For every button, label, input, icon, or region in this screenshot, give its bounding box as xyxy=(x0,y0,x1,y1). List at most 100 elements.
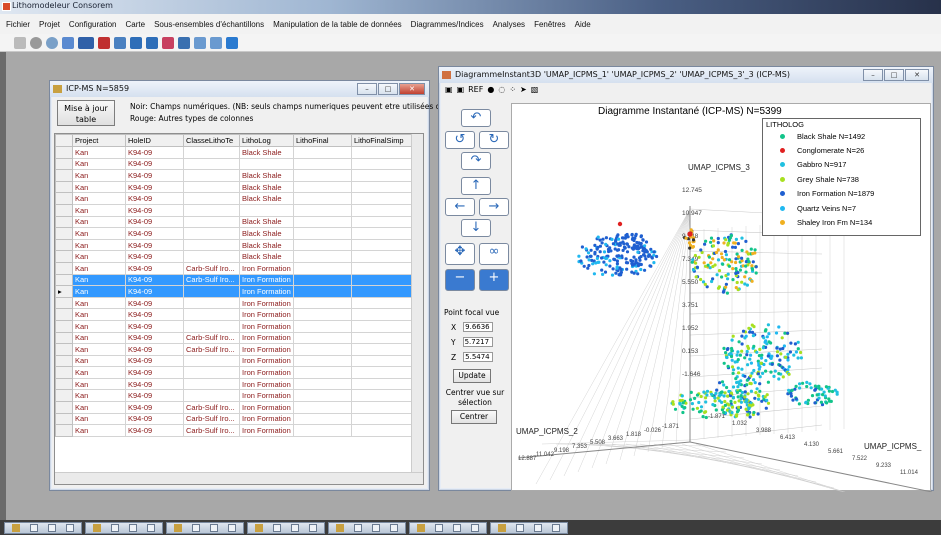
row-header[interactable] xyxy=(55,296,73,310)
plot-area[interactable]: Diagramme Instantané (ICP-MS) N=5399 12.… xyxy=(511,103,932,492)
chart2-icon[interactable] xyxy=(210,36,222,49)
table-cell[interactable]: Kan xyxy=(72,308,126,321)
menu-fichier[interactable]: Fichier xyxy=(6,20,30,29)
row-header[interactable] xyxy=(55,343,73,356)
table-cell[interactable]: Iron Formation xyxy=(239,343,294,356)
table-cell[interactable]: K94-09 xyxy=(125,261,184,275)
table-cell[interactable] xyxy=(183,250,240,263)
table-cell[interactable]: Kan xyxy=(72,401,126,414)
row-header[interactable] xyxy=(55,366,73,379)
table-cell[interactable] xyxy=(183,192,240,205)
row-header[interactable] xyxy=(55,273,73,287)
row-header[interactable]: ▸ xyxy=(55,285,73,298)
menu-configuration[interactable]: Configuration xyxy=(69,20,117,29)
table-cell[interactable]: Kan xyxy=(72,424,126,437)
menu-fenetres[interactable]: Fenêtres xyxy=(534,20,566,29)
row-header[interactable] xyxy=(55,377,73,391)
table-cell[interactable]: K94-09 xyxy=(125,366,184,379)
table-cell[interactable] xyxy=(351,215,412,229)
row-header[interactable] xyxy=(55,250,73,263)
row-header[interactable] xyxy=(55,192,73,205)
center-button[interactable]: Centrer xyxy=(451,410,497,424)
table-cell[interactable] xyxy=(351,169,412,182)
table-cell[interactable] xyxy=(351,227,412,240)
table-cell[interactable] xyxy=(293,401,352,414)
table-cell[interactable] xyxy=(293,389,352,403)
table-row[interactable]: Kan K94-09 Black Shale xyxy=(55,169,421,182)
table-row[interactable]: Kan K94-09 Iron Formation xyxy=(55,377,421,391)
table-cell[interactable]: Iron Formation xyxy=(239,261,294,275)
table-cell[interactable] xyxy=(351,377,412,391)
table-cell[interactable] xyxy=(183,285,240,298)
minimized-window[interactable] xyxy=(4,521,82,534)
table-cell[interactable]: Kan xyxy=(72,285,126,298)
table-cell[interactable] xyxy=(351,157,412,171)
table-cell[interactable]: Kan xyxy=(72,227,126,240)
table-cell[interactable] xyxy=(293,319,352,333)
table-row[interactable]: Kan K94-09 Carb-Sulf Iro... Iron Formation xyxy=(55,401,421,414)
table-cell[interactable]: Kan xyxy=(72,377,126,391)
table-row[interactable]: Kan K94-09 Carb-Sulf Iro... Iron Formation xyxy=(55,273,421,287)
row-header[interactable] xyxy=(55,389,73,403)
table-cell[interactable]: K94-09 xyxy=(125,296,184,310)
maximize-icon[interactable] xyxy=(48,523,56,532)
table-cell[interactable]: K94-09 xyxy=(125,377,184,391)
minimize-button[interactable]: – xyxy=(357,83,377,95)
close-icon[interactable] xyxy=(390,523,398,532)
table-cell[interactable] xyxy=(351,424,412,437)
lasso-icon[interactable]: ◌ xyxy=(498,85,505,94)
table-cell[interactable] xyxy=(293,203,352,217)
row-header[interactable] xyxy=(55,354,73,368)
table-cell[interactable] xyxy=(293,366,352,379)
table-cell[interactable] xyxy=(351,146,412,159)
table-row[interactable]: Kan K94-09 xyxy=(55,157,421,171)
document-icon[interactable] xyxy=(178,36,190,49)
table-cell[interactable]: Kan xyxy=(72,331,126,345)
table-cell[interactable] xyxy=(293,215,352,229)
table-cell[interactable] xyxy=(183,227,240,240)
table-cell[interactable]: Kan xyxy=(72,215,126,229)
table-cell[interactable]: Black Shale xyxy=(239,215,294,229)
table-cell[interactable]: Iron Formation xyxy=(239,412,294,426)
focal-x-field[interactable]: 9.6636 xyxy=(463,322,494,332)
table-cell[interactable]: Carb-Sulf Iro... xyxy=(183,424,240,437)
table-cell[interactable] xyxy=(183,389,240,403)
table-cell[interactable] xyxy=(351,261,412,275)
table-cell[interactable] xyxy=(183,169,240,182)
table-row[interactable]: Kan K94-09 Black Shale xyxy=(55,192,421,205)
maximize-button[interactable]: □ xyxy=(378,83,398,95)
table-cell[interactable]: Kan xyxy=(72,366,126,379)
table-cell[interactable] xyxy=(351,319,412,333)
maximize-icon[interactable] xyxy=(534,523,542,532)
table-cell[interactable]: K94-09 xyxy=(125,412,184,426)
table-row[interactable]: Kan K94-09 Carb-Sulf Iro... Iron Formation xyxy=(55,343,421,356)
table-cell[interactable] xyxy=(293,250,352,263)
table-cell[interactable] xyxy=(183,377,240,391)
table-cell[interactable]: Iron Formation xyxy=(239,296,294,310)
table-cell[interactable] xyxy=(351,238,412,252)
table-cell[interactable]: Iron Formation xyxy=(239,285,294,298)
table-cell[interactable] xyxy=(293,238,352,252)
table-cell[interactable]: K94-09 xyxy=(125,227,184,240)
column-header[interactable]: ClasseLithoTe xyxy=(183,134,240,147)
pointer-icon[interactable]: ➤ xyxy=(520,85,527,94)
scatter-select-icon[interactable]: ⁘ xyxy=(509,85,516,94)
table-cell[interactable]: K94-09 xyxy=(125,285,184,298)
maximize-icon[interactable] xyxy=(372,523,380,532)
table-cell[interactable]: Kan xyxy=(72,296,126,310)
minimized-window[interactable] xyxy=(328,521,406,534)
table-cell[interactable]: Kan xyxy=(72,238,126,252)
close-button[interactable]: ✕ xyxy=(399,83,425,95)
minimized-window[interactable] xyxy=(409,521,487,534)
table-cell[interactable] xyxy=(183,203,240,217)
horizontal-scrollbar[interactable] xyxy=(55,472,423,484)
filter-icon[interactable] xyxy=(114,36,126,49)
table-cell[interactable]: Kan xyxy=(72,319,126,333)
table-cell[interactable] xyxy=(239,157,294,171)
close-icon[interactable] xyxy=(309,523,317,532)
table-cell[interactable] xyxy=(183,319,240,333)
table-cell[interactable]: K94-09 xyxy=(125,273,184,287)
record-icon[interactable] xyxy=(30,36,42,49)
table-cell[interactable]: Kan xyxy=(72,157,126,171)
table-cell[interactable] xyxy=(183,157,240,171)
